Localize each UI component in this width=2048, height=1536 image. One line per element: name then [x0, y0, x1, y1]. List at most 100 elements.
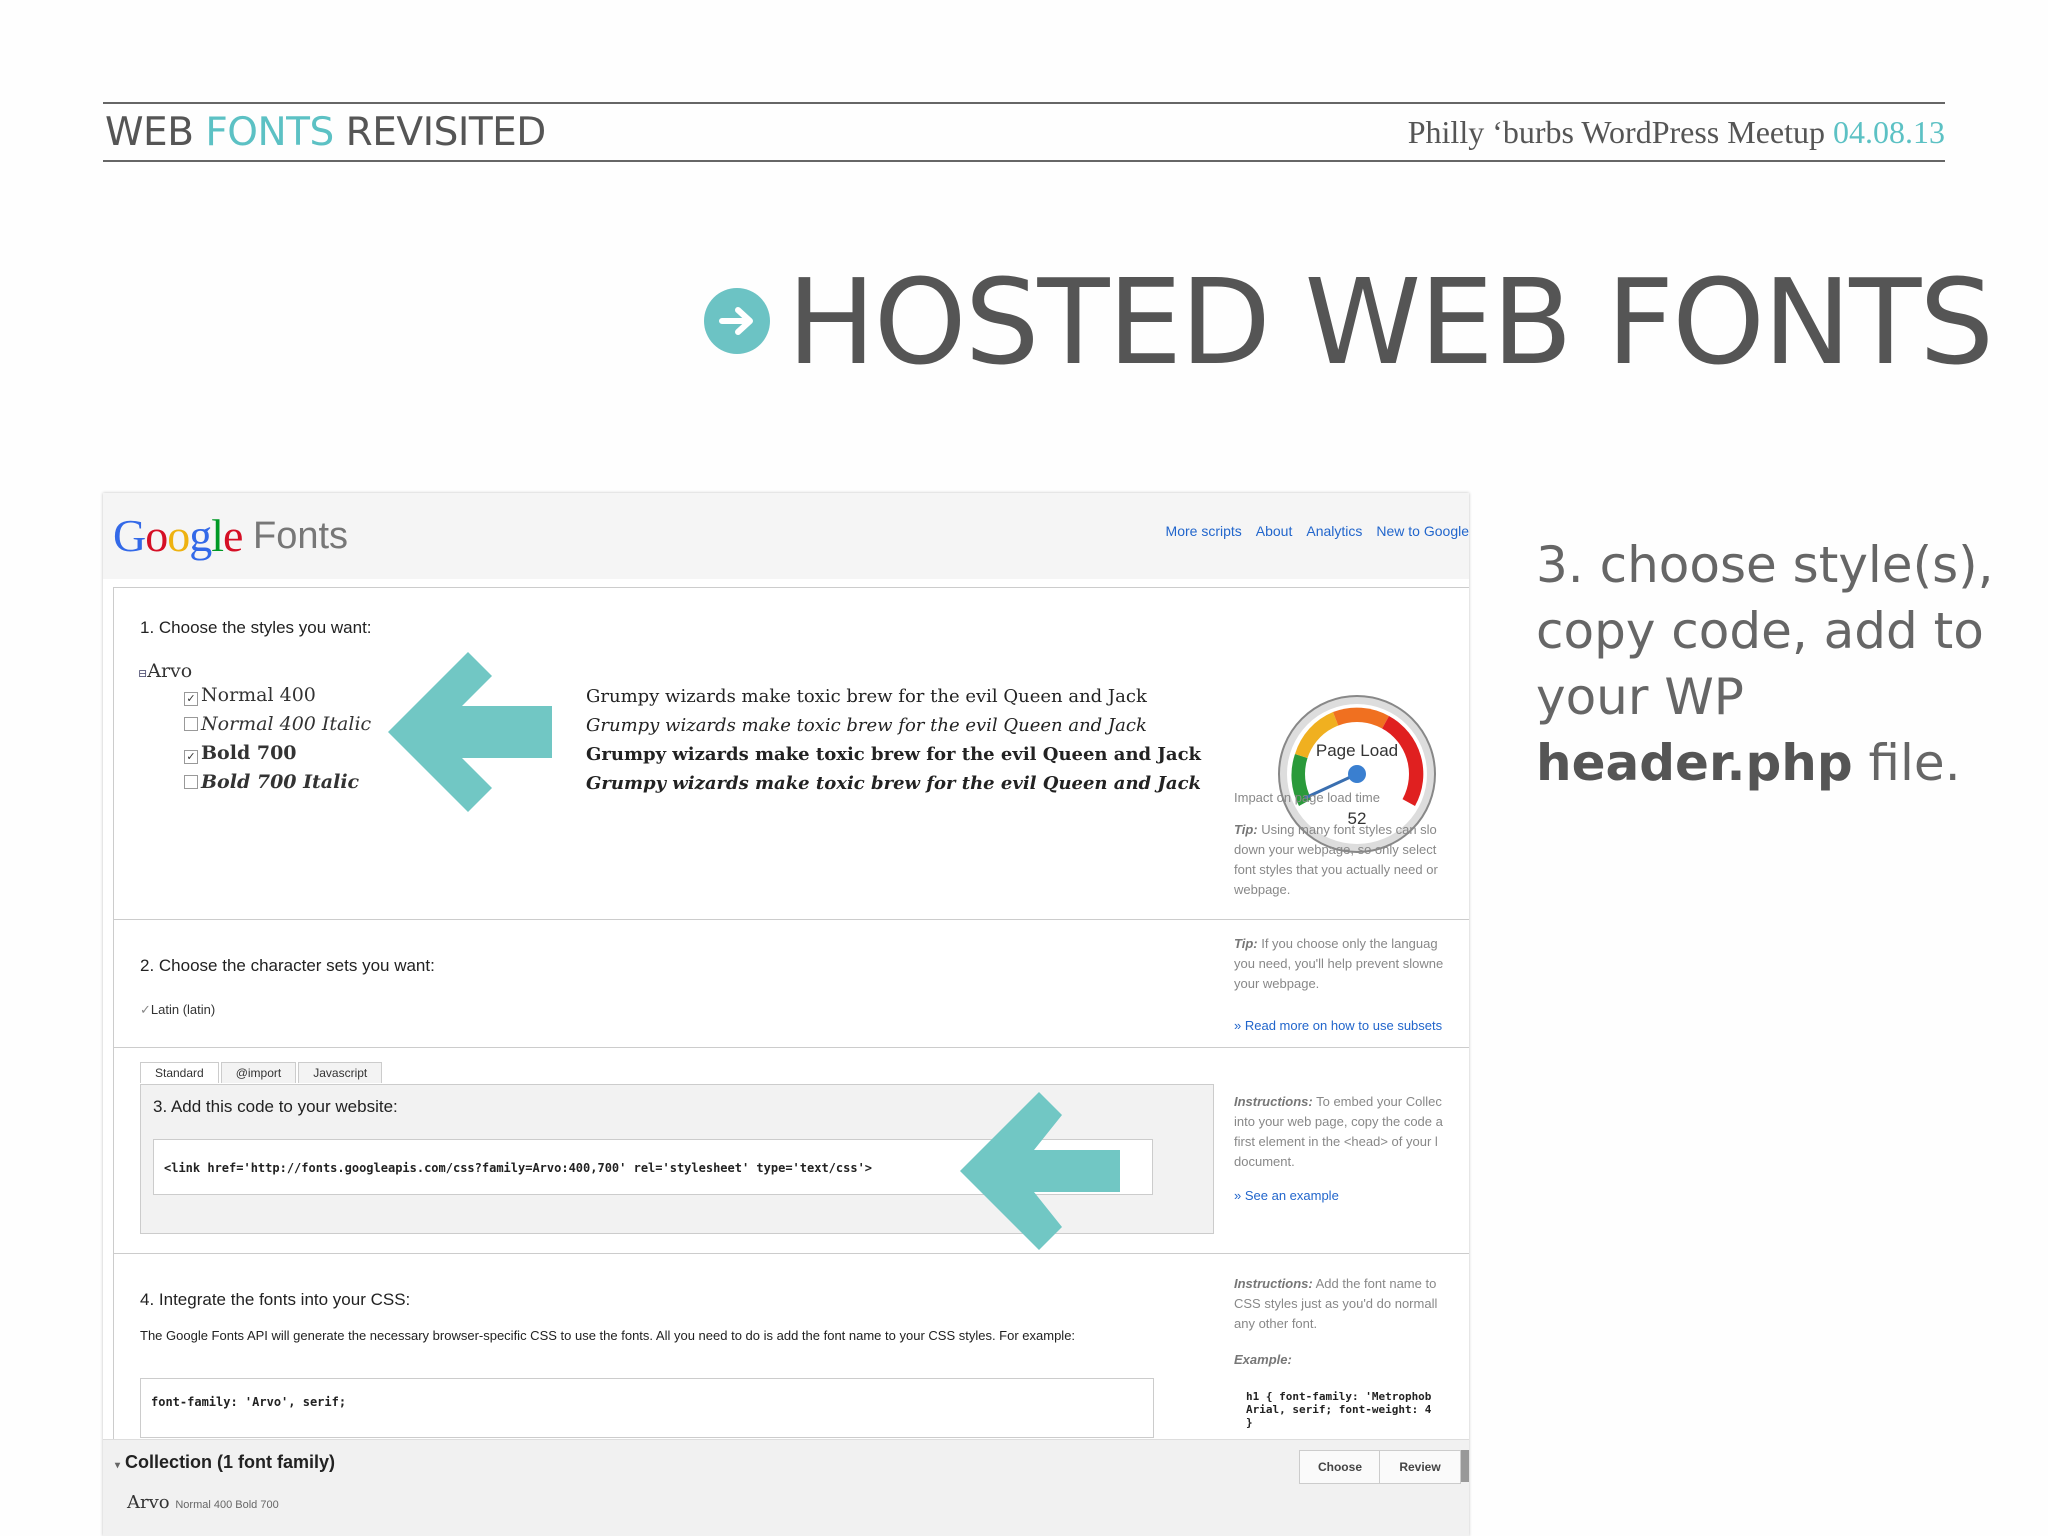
checkbox-checked-icon[interactable]: ✓ — [184, 750, 198, 764]
sample-normal: Grumpy wizards make toxic brew for the e… — [586, 686, 1147, 707]
style-option-bold-italic[interactable]: Bold 700 Italic — [184, 771, 359, 793]
collection-title-text: Collection (1 font family) — [125, 1452, 336, 1472]
tip-line: your webpage. — [1234, 976, 1320, 991]
sample-italic: Grumpy wizards make toxic brew for the e… — [586, 715, 1147, 736]
example-code: h1 { font-family: 'Metrophob Arial, serif… — [1246, 1390, 1469, 1429]
tip-line: Using many font styles can slo — [1257, 822, 1437, 837]
instructions-label: Instructions: — [1234, 1276, 1313, 1291]
product-name: Fonts — [253, 515, 349, 557]
sample-bold-italic: Grumpy wizards make toxic brew for the e… — [586, 773, 1201, 794]
tab-import[interactable]: @import — [220, 1062, 297, 1083]
step4-heading: 4. Integrate the fonts into your CSS: — [140, 1290, 411, 1309]
step3-section: Standard @import Javascript 3. Add this co… — [113, 1047, 1469, 1255]
collapse-icon[interactable]: ⊟ — [138, 667, 147, 680]
see-example-link[interactable]: » See an example — [1234, 1186, 1469, 1206]
instruction-line: into your web page, copy the code a — [1234, 1114, 1443, 1129]
tip-line: If you choose only the languag — [1257, 936, 1438, 951]
review-button[interactable]: Review — [1379, 1450, 1461, 1484]
tip-line: down your webpage, so only select — [1234, 842, 1437, 857]
step2-heading: 2. Choose the character sets you want: — [140, 956, 435, 975]
collection-family-name: Arvo — [127, 1492, 170, 1513]
style-label: Normal 400 — [201, 684, 316, 706]
instruction-line: any other font. — [1234, 1316, 1318, 1331]
checkbox-checked-icon[interactable]: ✓ — [140, 1002, 151, 1017]
step1-tip: Tip: Using many font styles can slo down … — [1234, 820, 1469, 900]
css-code-field[interactable]: font-family: 'Arvo', serif; — [140, 1378, 1154, 1438]
instruction-line: To embed your Collec — [1312, 1094, 1442, 1109]
style-label: Bold 700 — [201, 742, 297, 764]
step2-tip: Tip: If you choose only the languag you n… — [1234, 934, 1469, 994]
collection-family: Arvo Normal 400 Bold 700 — [127, 1492, 279, 1513]
tip-line: font styles that you actually need or — [1234, 862, 1438, 877]
step4-instructions: Instructions: Add the font name to CSS st… — [1234, 1274, 1469, 1334]
event-label: Philly ‘burbs WordPress Meetup 04.08.13 — [1408, 114, 1945, 151]
use-button-edge[interactable] — [1461, 1450, 1469, 1482]
collection-bar: ▾ Collection (1 font family) Arvo Normal… — [103, 1439, 1469, 1536]
tab-standard[interactable]: Standard — [140, 1062, 219, 1083]
event-date: 04.08.13 — [1833, 114, 1945, 150]
google-logo: Google — [113, 510, 243, 561]
charset-label: Latin (latin) — [150, 1002, 216, 1017]
slide-title: HOSTED WEB FONTS — [787, 253, 1994, 391]
step4-section: 4. Integrate the fonts into your CSS: Th… — [113, 1253, 1469, 1455]
charset-latin[interactable]: ✓Latin (latin) — [140, 1002, 215, 1018]
example-code-line: } — [1246, 1416, 1253, 1429]
checkbox-icon[interactable] — [184, 717, 198, 731]
top-nav: More scripts About Analytics New to Google — [1152, 523, 1469, 539]
checkbox-icon[interactable] — [184, 775, 198, 789]
embed-tabs: Standard @import Javascript — [140, 1062, 384, 1083]
title-part-fonts: FONTS — [205, 110, 334, 155]
instruction-line: document. — [1234, 1154, 1295, 1169]
family-name[interactable]: ⊟Arvo — [138, 660, 192, 682]
family-label: Arvo — [147, 660, 193, 682]
instruction-line: CSS styles just as you'd do normall — [1234, 1296, 1438, 1311]
subsets-link-text[interactable]: » Read more on how to use subsets — [1234, 1018, 1442, 1033]
collection-title[interactable]: ▾ Collection (1 font family) — [115, 1452, 335, 1473]
arrow-left-icon — [960, 1092, 1120, 1250]
impact-label: Impact on page load time — [1234, 790, 1380, 805]
style-option-normal-italic[interactable]: Normal 400 Italic — [184, 713, 371, 735]
slide-header: WEB FONTS REVISITED Philly ‘burbs WordPr… — [103, 102, 1945, 162]
example-code-line: Arial, serif; font-weight: 4 — [1246, 1403, 1432, 1416]
example-label-text: Example: — [1234, 1352, 1292, 1367]
nav-more-scripts[interactable]: More scripts — [1166, 523, 1242, 539]
choose-button[interactable]: Choose — [1299, 1450, 1381, 1484]
google-fonts-header: Google Fonts More scripts About Analytics N… — [103, 493, 1469, 579]
subsets-link[interactable]: » Read more on how to use subsets — [1234, 1016, 1469, 1036]
chevron-down-icon[interactable]: ▾ — [115, 1460, 120, 1471]
title-part-web: WEB — [105, 110, 206, 155]
sample-bold: Grumpy wizards make toxic brew for the e… — [586, 744, 1201, 765]
tab-javascript[interactable]: Javascript — [298, 1062, 383, 1083]
presentation-title: WEB FONTS REVISITED — [105, 110, 546, 155]
gauge-label: Page Load — [1316, 741, 1398, 760]
nav-about[interactable]: About — [1256, 523, 1293, 539]
instruction-line: first element in the <head> of your l — [1234, 1134, 1438, 1149]
tip-label: Tip: — [1234, 822, 1258, 837]
example-label: Example: — [1234, 1350, 1469, 1370]
tip-line: webpage. — [1234, 882, 1291, 897]
arrow-left-icon — [388, 652, 552, 812]
title-part-revisited: REVISITED — [333, 110, 547, 155]
style-option-bold[interactable]: ✓ Bold 700 — [184, 742, 297, 764]
style-option-normal[interactable]: ✓ Normal 400 — [184, 684, 316, 706]
step1-section: 1. Choose the styles you want: ⊟Arvo ✓ No… — [113, 587, 1469, 921]
step1-heading: 1. Choose the styles you want: — [140, 618, 372, 637]
instruction-text-end: file. — [1852, 734, 1961, 792]
instruction-line: Add the font name to — [1312, 1276, 1437, 1291]
arrow-right-circle-icon — [704, 288, 770, 354]
step3-heading: 3. Add this code to your website: — [153, 1097, 398, 1116]
see-example-text[interactable]: » See an example — [1234, 1188, 1339, 1203]
nav-new-to-google[interactable]: New to Google — [1376, 523, 1469, 539]
tip-label: Tip: — [1234, 936, 1258, 951]
checkbox-checked-icon[interactable]: ✓ — [184, 692, 198, 706]
instruction-filename: header.php — [1536, 734, 1853, 792]
instructions-label: Instructions: — [1234, 1094, 1313, 1109]
collection-family-styles: Normal 400 Bold 700 — [175, 1499, 279, 1511]
tip-line: you need, you'll help prevent slowne — [1234, 956, 1444, 971]
instruction-text: 3. choose style(s), copy code, add to yo… — [1536, 536, 1994, 726]
google-fonts-screenshot: Google Fonts More scripts About Analytics N… — [103, 493, 1469, 1536]
nav-analytics[interactable]: Analytics — [1306, 523, 1362, 539]
step2-section: 2. Choose the character sets you want: ✓… — [113, 919, 1469, 1049]
slide-instruction: 3. choose style(s), copy code, add to yo… — [1536, 532, 2016, 796]
example-code-line: h1 { font-family: 'Metrophob — [1246, 1390, 1432, 1403]
